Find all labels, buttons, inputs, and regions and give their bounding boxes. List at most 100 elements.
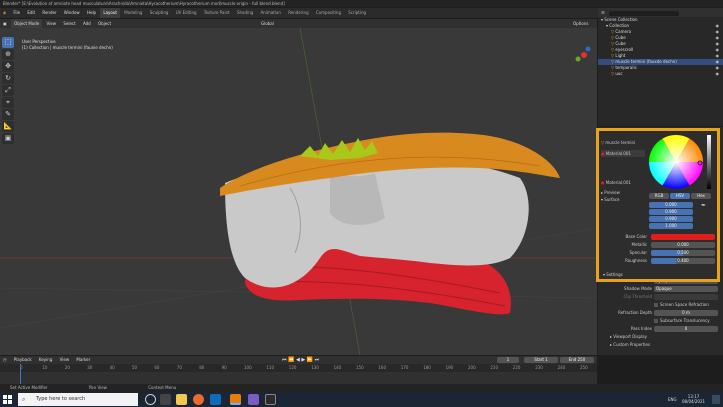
metallic-row: Metallic 0.000 xyxy=(601,241,717,249)
tab-rendering[interactable]: Rendering xyxy=(285,8,311,18)
measure-tool-icon[interactable]: 📐 xyxy=(2,121,14,132)
material-name-field[interactable]: ● Material.001 xyxy=(601,179,645,186)
custom-properties-panel[interactable]: ▸ Custom Properties xyxy=(610,341,720,349)
add-cube-tool-icon[interactable]: ▣ xyxy=(2,133,14,144)
menu-select[interactable]: Select xyxy=(60,19,78,28)
saturation-field[interactable]: 0.900 xyxy=(649,209,693,215)
hue-field[interactable]: 0.000 xyxy=(649,202,693,208)
refraction-depth-field[interactable]: 0 m xyxy=(654,310,718,316)
play-reverse-icon[interactable]: ◀ xyxy=(296,357,300,363)
timeline-editor-icon[interactable]: ◷ xyxy=(0,356,10,364)
preview-panel[interactable]: ▸ Preview xyxy=(601,189,645,196)
menu-add[interactable]: Add xyxy=(80,19,94,28)
tab-hex[interactable]: Hex xyxy=(691,193,711,199)
play-icon[interactable]: ▶ xyxy=(301,357,305,363)
playhead[interactable] xyxy=(20,364,21,384)
app-icon[interactable] xyxy=(265,394,276,405)
playback-controls: ⏮ ⏪ ◀ ▶ ⏩ ⏭ xyxy=(282,356,319,364)
mode-dropdown[interactable]: Object Mode xyxy=(11,19,43,28)
value-slider[interactable] xyxy=(707,135,711,189)
file-explorer-icon[interactable] xyxy=(176,394,187,405)
taskbar-search-input[interactable]: Type here to search xyxy=(18,393,138,406)
firefox-icon[interactable] xyxy=(193,394,204,405)
screen-space-refraction-checkbox[interactable] xyxy=(654,303,658,307)
editor-type-icon[interactable]: ▣ xyxy=(0,19,10,28)
tab-rgb[interactable]: RGB xyxy=(649,193,669,199)
specular-field[interactable]: 0.500 xyxy=(651,250,715,256)
menu-window[interactable]: Window xyxy=(61,8,83,18)
metallic-field[interactable]: 0.000 xyxy=(651,242,715,248)
tab-animation[interactable]: Animation xyxy=(258,8,284,18)
blender-logo-icon[interactable]: ◆ xyxy=(0,8,9,18)
task-view-icon[interactable] xyxy=(160,394,171,405)
viewport-display-panel[interactable]: ▸ Viewport Display xyxy=(610,333,720,341)
material-slot-row[interactable]: ● Material.001 xyxy=(601,150,645,157)
jump-end-icon[interactable]: ⏭ xyxy=(315,357,320,363)
value-field[interactable]: 0.900 xyxy=(649,216,693,222)
shadow-mode-dropdown[interactable]: Opaque xyxy=(654,286,718,292)
prev-key-icon[interactable]: ⏪ xyxy=(288,357,294,363)
status-right-hint: Context Menu xyxy=(148,385,177,390)
navigation-gizmo-icon[interactable] xyxy=(574,45,594,65)
tab-modeling[interactable]: Modeling xyxy=(121,8,145,18)
tab-texture-paint[interactable]: Texture Paint xyxy=(201,8,233,18)
menu-help[interactable]: Help xyxy=(84,8,99,18)
pass-index-field[interactable]: 0 xyxy=(654,326,718,332)
timeline-ruler[interactable]: 0 10 20 30 40 50 60 70 80 90 100 110 120 130 140 150 160… xyxy=(0,364,597,372)
next-key-icon[interactable]: ⏩ xyxy=(307,357,313,363)
menu-playback[interactable]: Playback xyxy=(11,356,35,364)
timeline-tick-label: 80 xyxy=(199,365,205,370)
tab-uv-editing[interactable]: UV Editing xyxy=(173,8,200,18)
current-frame-field[interactable]: 1 xyxy=(497,357,519,363)
subsurface-translucency-checkbox[interactable] xyxy=(654,319,658,323)
app-icon[interactable] xyxy=(248,394,259,405)
settings-panel[interactable]: ▾ Settings xyxy=(603,271,721,279)
tab-compositing[interactable]: Compositing xyxy=(313,8,344,18)
menu-keying[interactable]: Keying xyxy=(36,356,55,364)
start-frame-field[interactable]: Start 1 xyxy=(524,357,558,363)
tab-scripting[interactable]: Scripting xyxy=(345,8,369,18)
visibility-eye-icon[interactable]: ◉ xyxy=(716,71,720,77)
app-icon[interactable] xyxy=(210,394,221,405)
options-dropdown[interactable]: Options xyxy=(570,19,591,28)
menu-edit[interactable]: Edit xyxy=(24,8,38,18)
notifications-icon[interactable] xyxy=(712,395,720,404)
color-wheel[interactable] xyxy=(647,133,705,191)
move-tool-icon[interactable]: ✥ xyxy=(2,61,14,72)
tab-shading[interactable]: Shading xyxy=(234,8,256,18)
rotate-tool-icon[interactable]: ↻ xyxy=(2,73,14,84)
blender-taskbar-icon[interactable] xyxy=(230,394,241,405)
tab-layout[interactable]: Layout xyxy=(100,8,120,18)
menu-view[interactable]: View xyxy=(44,19,60,28)
menu-marker[interactable]: Marker xyxy=(73,356,93,364)
eyedropper-icon[interactable]: ✒ xyxy=(701,202,709,209)
tab-hsv[interactable]: HSV xyxy=(670,193,690,199)
transform-tool-icon[interactable]: ⌖ xyxy=(2,97,14,108)
roughness-field[interactable]: 0.400 xyxy=(651,258,715,264)
select-box-tool-icon[interactable]: ⬚ xyxy=(2,37,14,48)
end-frame-field[interactable]: End 250 xyxy=(560,357,594,363)
annotate-tool-icon[interactable]: ✎ xyxy=(2,109,14,120)
windows-start-icon[interactable] xyxy=(3,395,12,404)
clip-threshold-field[interactable] xyxy=(654,294,718,300)
3d-viewport[interactable]: ▣ Object Mode View Select Add Object Glo… xyxy=(0,19,597,355)
language-indicator[interactable]: ENG xyxy=(668,397,677,402)
outliner-search-input[interactable] xyxy=(608,10,679,16)
alpha-field[interactable]: 1.000 xyxy=(649,223,693,229)
cursor-tool-icon[interactable]: ⊕ xyxy=(2,49,14,60)
menu-timeline-view[interactable]: View xyxy=(57,356,73,364)
base-color-swatch[interactable] xyxy=(651,234,715,240)
outliner-item[interactable]: ▽ uuc ◉ xyxy=(598,71,723,77)
menu-object[interactable]: Object xyxy=(95,19,114,28)
tab-sculpting[interactable]: Sculpting xyxy=(147,8,172,18)
cortana-icon[interactable] xyxy=(145,394,156,405)
object-name-row[interactable]: ▽ muscle termini xyxy=(601,139,645,146)
surface-panel[interactable]: ▾ Surface xyxy=(601,196,645,203)
menu-render[interactable]: Render xyxy=(39,8,59,18)
transform-orientation-dropdown[interactable]: Global xyxy=(258,19,277,28)
menu-file[interactable]: File xyxy=(10,8,23,18)
scale-tool-icon[interactable]: ⤢ xyxy=(2,85,14,96)
jump-start-icon[interactable]: ⏮ xyxy=(282,357,287,363)
clock[interactable]: 13:17 08/04/2021 xyxy=(682,394,705,404)
outliner-editor-icon[interactable]: ☰ xyxy=(598,8,608,17)
